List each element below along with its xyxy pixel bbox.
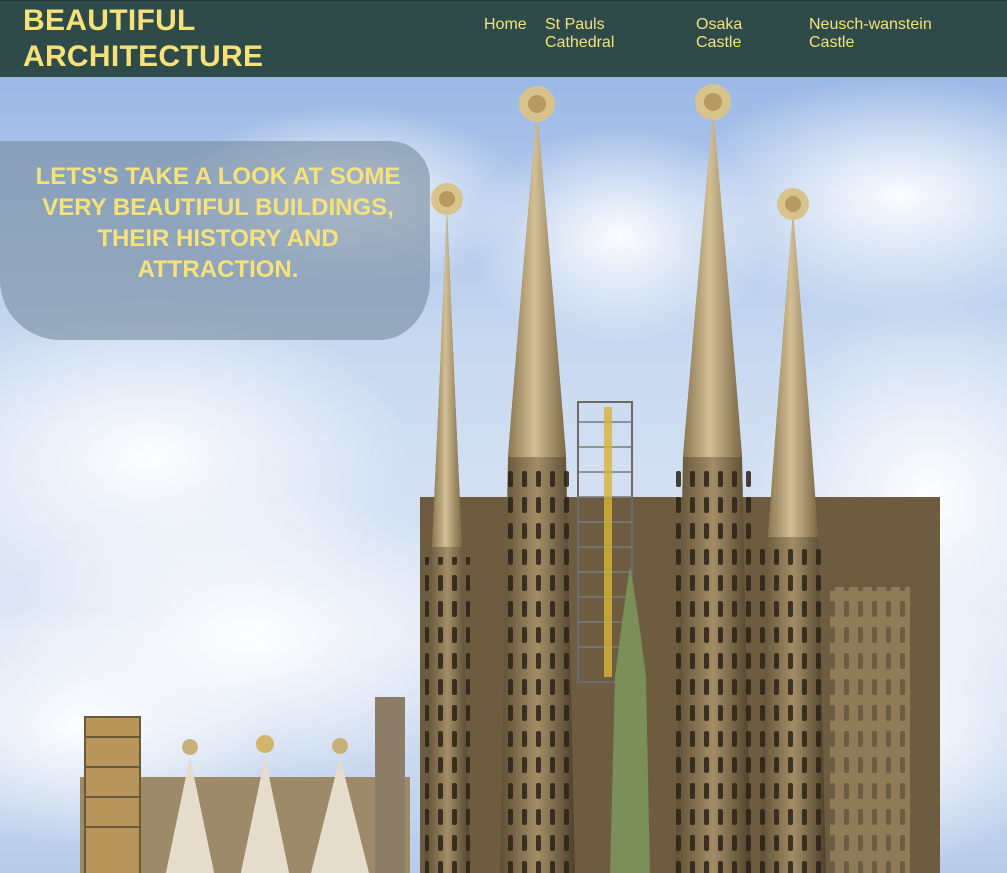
intro-line-3: THEIR HISTORY AND <box>97 225 339 252</box>
nav-link-neuschwanstein-castle[interactable]: Neusch-wanstein Castle <box>809 16 999 52</box>
nav-link-label-line1: Osaka <box>696 16 743 33</box>
hero-section: LETS'S TAKE A LOOK AT SOME VERY BEAUTIFU… <box>0 77 1007 873</box>
intro-line-1: LETS'S TAKE A LOOK AT SOME <box>35 163 401 190</box>
nav-link-label-line1: St Pauls <box>545 16 605 33</box>
nav-link-osaka-castle[interactable]: Osaka Castle <box>696 16 796 52</box>
nav-link-home[interactable]: Home <box>484 16 544 34</box>
nav-link-label-line1: Neusch-wanstein <box>809 16 932 33</box>
intro-callout: LETS'S TAKE A LOOK AT SOME VERY BEAUTIFU… <box>0 141 430 340</box>
nav-link-label-line2: Castle <box>696 34 742 51</box>
nav-link-label-line2: Cathedral <box>545 34 615 51</box>
nav-link-home-label: Home <box>484 16 527 33</box>
nav-link-st-pauls-cathedral[interactable]: St Pauls Cathedral <box>545 16 655 52</box>
nav-link-label-line2: Castle <box>809 34 855 51</box>
site-brand[interactable]: BEAUTIFUL ARCHITECTURE <box>23 3 323 75</box>
intro-line-2: VERY BEAUTIFUL BUILDINGS, <box>42 194 394 221</box>
intro-heading: LETS'S TAKE A LOOK AT SOME VERY BEAUTIFU… <box>8 161 428 285</box>
brand-line-1: BEAUTIFUL <box>23 4 196 37</box>
intro-line-4: ATTRACTION. <box>137 256 299 283</box>
site-header: BEAUTIFUL ARCHITECTURE Home St Pauls Cat… <box>0 0 1007 77</box>
brand-line-2: ARCHITECTURE <box>23 40 264 73</box>
